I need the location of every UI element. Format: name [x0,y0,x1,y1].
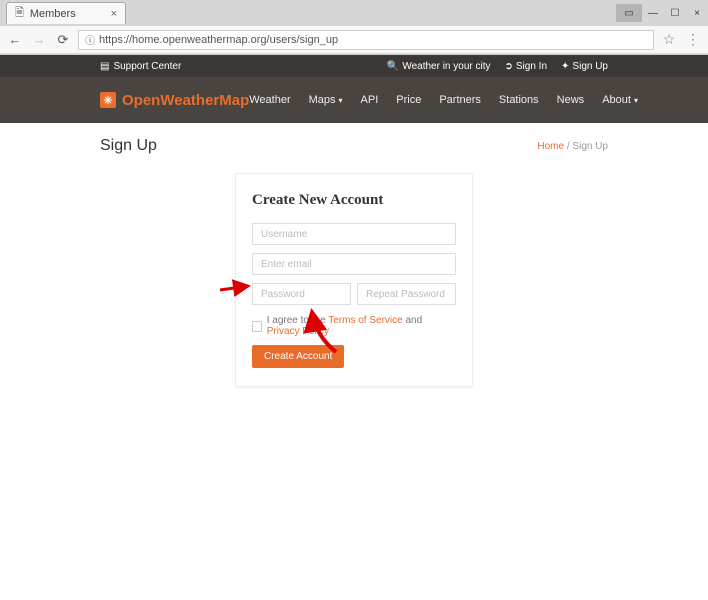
agree-checkbox[interactable] [252,321,262,332]
close-tab-icon[interactable]: × [111,8,117,20]
tos-link[interactable]: Terms of Service [328,315,402,326]
weather-label: Weather in your city [402,61,490,72]
page-header: Sign Up Home / Sign Up [100,137,608,155]
form-title: Create New Account [252,192,456,209]
chat-icon: ▤ [100,61,109,72]
maximize-button[interactable]: ☐ [664,4,686,22]
bookmark-icon[interactable]: ☆ [660,31,678,48]
breadcrumb-home[interactable]: Home [537,141,564,152]
search-icon: 🔍 [387,61,399,72]
breadcrumb-current: Sign Up [572,141,608,152]
email-input[interactable] [252,253,456,275]
tab-bar: 🗎 Members × ▭ — ☐ × [0,0,708,26]
reload-button[interactable]: ⟳ [54,31,72,49]
tab-title: Members [30,8,76,20]
chevron-down-icon: ▾ [634,96,638,105]
nav-weather[interactable]: Weather [249,94,290,106]
breadcrumb: Home / Sign Up [537,141,608,152]
address-bar: ← → ⟳ ⓘ https://home.openweathermap.org/… [0,26,708,54]
privacy-link[interactable]: Privacy Policy [267,326,329,337]
forward-button[interactable]: → [30,31,48,49]
nav-maps[interactable]: Maps▾ [309,94,343,106]
nav-partners[interactable]: Partners [439,94,481,106]
browser-tab[interactable]: 🗎 Members × [6,2,126,24]
logo[interactable]: ✳ OpenWeatherMap [100,92,249,109]
nav-api[interactable]: API [361,94,379,106]
weather-search-link[interactable]: 🔍Weather in your city [387,61,491,72]
signup-label: Sign Up [572,61,608,72]
page-icon: 🗎 [15,4,24,23]
account-icon[interactable]: ▭ [616,4,642,22]
logo-text: OpenWeatherMap [122,92,249,109]
repeat-password-input[interactable] [357,283,456,305]
support-label: Support Center [113,61,181,72]
page-content: ▤ Support Center 🔍Weather in your city ➲… [0,55,708,401]
nav-about-label: About [602,94,631,106]
minimize-button[interactable]: — [642,4,664,22]
nav-price[interactable]: Price [396,94,421,106]
nav-maps-label: Maps [309,94,336,106]
username-input[interactable] [252,223,456,245]
password-input[interactable] [252,283,351,305]
close-window-button[interactable]: × [686,4,708,22]
back-button[interactable]: ← [6,31,24,49]
nav-news[interactable]: News [557,94,585,106]
menu-icon[interactable]: ⋮ [684,31,702,48]
nav-links: Weather Maps▾ API Price Partners Station… [249,94,638,106]
browser-chrome: 🗎 Members × ▭ — ☐ × ← → ⟳ ⓘ https://home… [0,0,708,55]
topbar: ▤ Support Center 🔍Weather in your city ➲… [0,55,708,77]
agree-row: I agree to the Terms of Service and Priv… [252,315,456,337]
content-area: Sign Up Home / Sign Up Create New Accoun… [0,123,708,401]
support-link[interactable]: ▤ Support Center [100,61,181,72]
signup-icon: ✦ [561,61,569,72]
agree-prefix: I agree to the [267,315,329,326]
agree-and: and [403,315,422,326]
nav-stations[interactable]: Stations [499,94,539,106]
chevron-down-icon: ▾ [339,96,343,105]
signup-link[interactable]: ✦Sign Up [561,61,608,72]
logo-icon: ✳ [100,92,116,108]
create-account-button[interactable]: Create Account [252,345,344,368]
url-text: https://home.openweathermap.org/users/si… [99,34,338,46]
signup-form: Create New Account I agree to the Terms … [235,173,473,387]
signin-link[interactable]: ➲Sign In [505,61,548,72]
agree-text: I agree to the Terms of Service and Priv… [267,315,456,337]
info-icon: ⓘ [85,32,95,47]
url-field[interactable]: ⓘ https://home.openweathermap.org/users/… [78,30,654,50]
navbar: ✳ OpenWeatherMap Weather Maps▾ API Price… [0,77,708,123]
window-controls: ▭ — ☐ × [616,4,708,22]
page-title: Sign Up [100,137,157,155]
signin-label: Sign In [516,61,547,72]
signin-icon: ➲ [505,61,513,72]
nav-about[interactable]: About▾ [602,94,638,106]
